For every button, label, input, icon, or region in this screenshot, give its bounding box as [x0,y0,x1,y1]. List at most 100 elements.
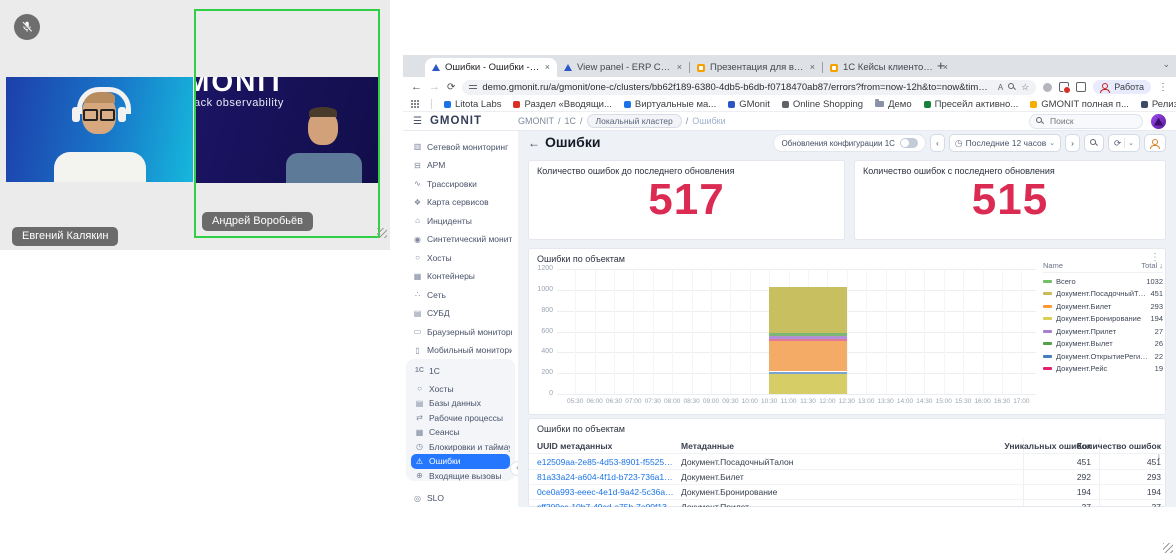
bookmark-item[interactable]: GMonit [728,99,770,110]
browser-menu-icon[interactable]: ⋮ [1158,82,1168,93]
sidebar-item-Хосты[interactable]: ○Хосты [411,381,510,396]
search-input[interactable] [1048,115,1132,127]
legend-row[interactable]: Документ.Билет293 [1043,300,1163,313]
config-updates-toggle[interactable]: Обновления конфигурации 1С [773,134,926,152]
time-range-picker[interactable]: ◷ Последние 12 часов ⌄ [949,134,1061,152]
forward-icon[interactable]: → [429,82,440,93]
sidebar-item-СУБД[interactable]: ▤СУБД [409,306,512,321]
user-avatar[interactable] [1151,114,1166,129]
share-user-button[interactable] [1144,134,1166,152]
sidebar-item-Базы данных[interactable]: ▤Базы данных [411,396,510,411]
sidebar-item-Трассировки[interactable]: ∿Трассировки [409,176,512,191]
stat-panel-after-update: Количество ошибок с последнего обновлени… [854,160,1166,240]
resize-handle[interactable] [377,228,387,238]
extensions-puzzle-icon[interactable] [1076,82,1086,92]
tab-close-icon[interactable]: × [677,63,682,72]
sidebar-item-icon: ⊟ [413,161,422,170]
breadcrumb-section[interactable]: 1C [564,116,576,126]
sidebar-item-Инциденты[interactable]: ⌂Инциденты [409,213,512,228]
legend-total-header[interactable]: Total ↓ [1141,261,1163,270]
extension-icon[interactable] [1043,83,1052,92]
divider [431,99,432,109]
bookmark-item[interactable]: Виртуальные ма... [624,99,716,110]
legend-color-dash [1043,342,1052,345]
uuid-link[interactable]: 0ce0a993-eeec-4e1d-9a42-5c36ab92b290 [537,487,677,497]
sidebar-item-Сеть[interactable]: ∴Сеть [409,287,512,302]
bookmark-favicon [924,101,931,108]
zoom-out-button[interactable] [1084,134,1104,152]
table-header-1[interactable]: Метаданные [681,441,861,451]
sidebar-item-Синтетический мониторинг[interactable]: ◉Синтетический мониторинг [409,232,512,247]
bookmark-item[interactable]: Пресейл активно... [924,99,1019,110]
tab-close-icon[interactable]: × [810,63,815,72]
breadcrumb-separator: / [580,116,583,126]
sidebar-item-SLO[interactable]: ◎SLO [409,491,512,506]
bookmark-item[interactable]: Litota Labs [444,99,501,110]
bookmark-item[interactable]: Демо [875,99,912,110]
browser-tab[interactable]: View panel - ERP Custom Da× [557,58,689,77]
lens-search-icon[interactable] [1008,83,1016,91]
bookmark-item[interactable]: Релизы GMonit [1141,99,1176,110]
sidebar-item-АРМ[interactable]: ⊟АРМ [409,158,512,173]
profile-chip[interactable]: Работа [1093,80,1151,94]
legend-row[interactable]: Документ.Прилет27 [1043,325,1163,338]
sidebar-item-Хосты[interactable]: ○Хосты [409,250,512,265]
breadcrumb-root[interactable]: GMONIT [518,116,554,126]
sidebar-item-Мобильный мониторинг[interactable]: ▯Мобильный мониторинг [409,343,512,358]
legend-row[interactable]: Документ.ПосадочныйТалон451 [1043,288,1163,301]
translate-icon[interactable]: A [998,83,1003,92]
uuid-link[interactable]: cff209cc-10b7-49cd-a75b-7a00f1310fbd [537,502,677,507]
site-info-icon[interactable] [469,84,477,91]
tab-search-chevron-icon[interactable]: ⌄ [1162,59,1170,70]
legend-row[interactable]: Всего1032 [1043,275,1163,288]
browser-tab[interactable]: 1С Кейсы клиентов + доп. с× [823,58,955,77]
new-tab-button[interactable]: + [937,59,945,72]
app-logo[interactable]: GMONIT [430,115,482,127]
apps-grid-icon[interactable] [411,100,419,108]
sidebar-item-Блокировки и таймауты[interactable]: ◷Блокировки и таймауты [411,439,510,454]
tab-close-icon[interactable]: × [545,63,550,72]
legend-name-header[interactable]: Name [1043,261,1063,270]
back-arrow-icon[interactable]: ← [528,136,540,150]
page-resize-handle[interactable] [1163,543,1173,553]
time-shift-back-button[interactable]: ‹ [930,134,945,152]
bookmark-item[interactable]: Раздел «Вводящи... [513,99,611,110]
legend-color-dash [1043,367,1052,370]
sidebar-item-label: Карта сервисов [427,197,489,207]
legend-row[interactable]: Документ.ОткрытиеРегистрации22 [1043,350,1163,363]
legend-row[interactable]: Документ.Бронирование194 [1043,313,1163,326]
sidebar-item-Сетевой мониторинг[interactable]: ▥Сетевой мониторинг [409,139,512,154]
sidebar-item-Рабочие процессы[interactable]: ⇄Рабочие процессы [411,410,510,425]
browser-tab[interactable]: Ошибки - Ошибки - Локальн× [425,58,557,77]
table-header-0[interactable]: UUID метаданных [537,441,677,451]
bookmark-star-icon[interactable]: ☆ [1021,82,1029,93]
address-bar[interactable]: demo.gmonit.ru/a/gmonit/one-c/clusters/b… [462,80,1036,95]
sidebar-item-icon: ◎ [413,494,422,503]
reload-icon[interactable]: ⟳ [447,82,455,93]
uuid-link[interactable]: 81a33a24-a604-4f1d-b723-736a1a374d58 [537,472,677,482]
hamburger-menu-icon[interactable]: ☰ [413,116,422,127]
extension-badged-icon[interactable] [1059,82,1069,92]
legend-row[interactable]: Документ.Вылет26 [1043,338,1163,351]
sidebar-item-Сеансы[interactable]: ▦Сеансы [411,425,510,440]
browser-tab[interactable]: Презентация для вебинара× [690,58,822,77]
sidebar-item-Браузерный мониторинг[interactable]: ▭Браузерный мониторинг [409,324,512,339]
uuid-link[interactable]: e12509aa-2e85-4d53-8901-f5525df99ffb [537,457,677,467]
cluster-chip[interactable]: Локальный кластер [587,114,682,128]
sidebar-item-Карта сервисов[interactable]: ❖Карта сервисов [409,195,512,210]
refresh-button[interactable]: ⟳ ⌄ [1108,134,1140,152]
toggle-switch[interactable] [900,138,918,148]
sidebar-item-Контейнеры[interactable]: ▦Контейнеры [409,269,512,284]
sidebar-group-header-1С[interactable]: 1С1С [411,363,510,378]
person-icon [1150,139,1160,148]
sidebar-collapse-button[interactable]: ‹ [510,461,519,476]
legend-row[interactable]: Документ.Рейс19 [1043,363,1163,376]
time-shift-forward-button[interactable]: › [1065,134,1080,152]
gmonit-logo [564,64,572,71]
app-search[interactable] [1029,114,1143,129]
sidebar-item-Ошибки[interactable]: ⚠Ошибки [411,454,510,469]
bookmark-item[interactable]: Online Shopping [782,99,863,110]
bookmark-item[interactable]: GMONIT полная п... [1030,99,1129,110]
sidebar-item-Входящие вызовы[interactable]: ⊕Входящие вызовы [411,468,510,483]
back-icon[interactable]: ← [411,82,422,93]
